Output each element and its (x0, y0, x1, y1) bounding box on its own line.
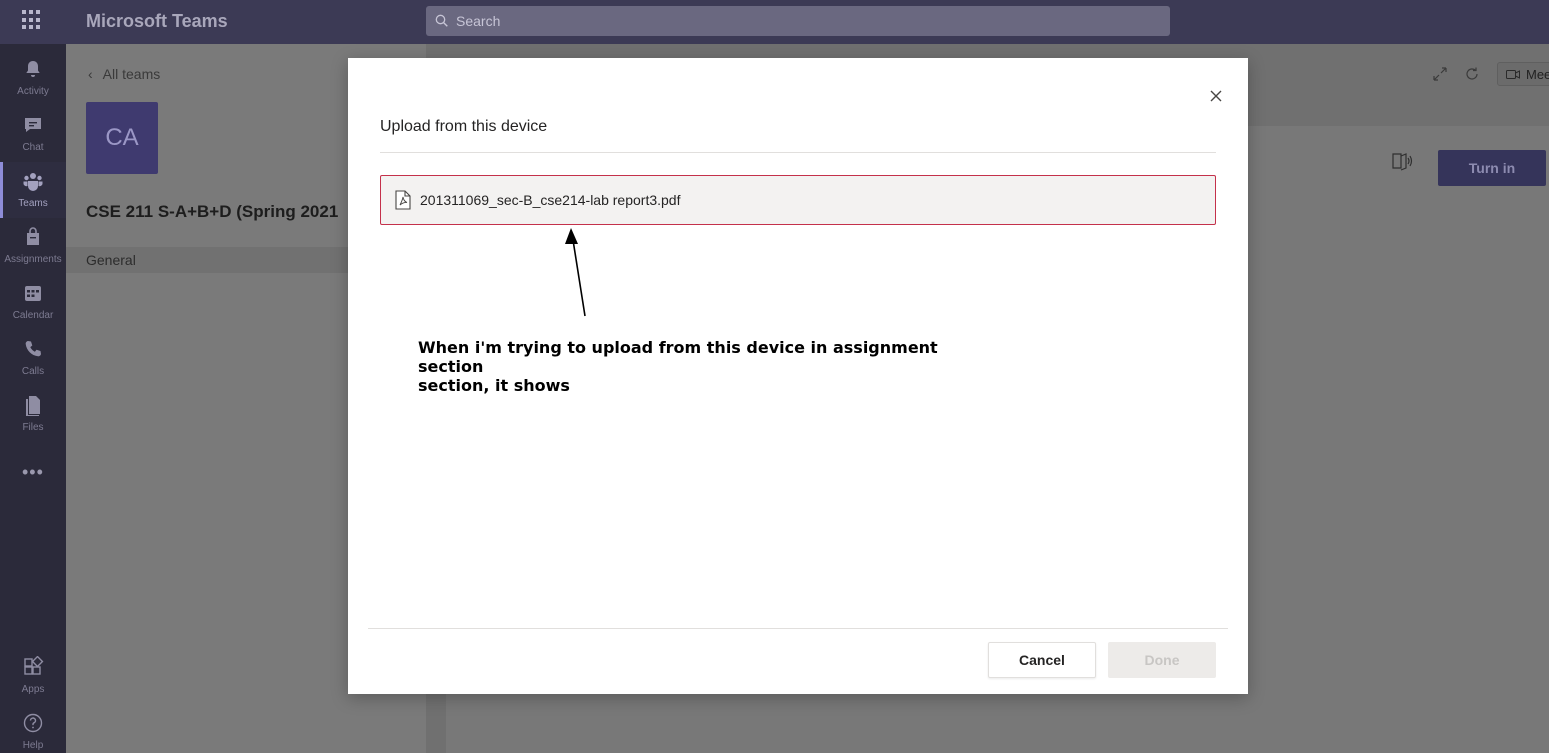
refresh-icon[interactable] (1464, 66, 1480, 82)
search-input[interactable]: Search (426, 6, 1170, 36)
rail-label: Files (22, 422, 44, 433)
meet-button[interactable]: Mee (1497, 62, 1549, 86)
rail-item-files[interactable]: Files (0, 386, 66, 442)
calendar-icon (25, 286, 41, 301)
rail-label: Calendar (12, 310, 54, 321)
rail-item-help[interactable]: Help (0, 704, 66, 753)
rail-label: Calls (21, 366, 45, 377)
apps-icon (24, 656, 44, 675)
top-bar: Microsoft Teams Search (0, 0, 1549, 44)
immersive-reader-icon[interactable] (1391, 150, 1413, 172)
file-name: 201311069_sec-B_cse214-lab report3.pdf (420, 192, 681, 208)
dialog-title: Upload from this device (380, 118, 548, 135)
search-placeholder: Search (456, 13, 501, 29)
all-teams-label: All teams (102, 66, 161, 82)
more-apps-icon[interactable]: ••• (22, 462, 44, 483)
teams-icon (23, 173, 43, 191)
meet-label: Mee (1526, 67, 1549, 82)
rail-item-calendar[interactable]: Calendar (0, 274, 66, 330)
bell-icon (26, 61, 40, 77)
rail-item-assignments[interactable]: Assignments (0, 218, 66, 274)
files-icon (26, 396, 40, 416)
all-teams-link[interactable]: ‹ All teams (88, 66, 160, 82)
annotation-text: When i'm trying to upload from this devi… (418, 338, 978, 395)
chat-icon (25, 118, 41, 132)
annotation-arrow (565, 228, 586, 317)
footer-divider (368, 628, 1228, 629)
app-launcher-icon[interactable] (22, 10, 42, 30)
team-avatar: CA (86, 102, 158, 174)
app-rail: Activity Chat Teams Assignments Calendar… (0, 44, 66, 753)
annotation-line-2: section, it shows (418, 376, 570, 395)
phone-icon (25, 341, 41, 357)
done-button[interactable]: Done (1108, 642, 1216, 678)
rail-label: Help (22, 740, 44, 751)
app-title: Microsoft Teams (86, 11, 228, 31)
cancel-button[interactable]: Cancel (988, 642, 1096, 678)
turn-in-button[interactable]: Turn in (1438, 150, 1546, 186)
channel-label: General (86, 252, 136, 268)
annotation-line-1: When i'm trying to upload from this devi… (418, 338, 938, 376)
expand-icon[interactable] (1432, 66, 1448, 82)
chevron-left-icon: ‹ (88, 66, 93, 82)
rail-label: Chat (22, 142, 44, 153)
help-icon (23, 713, 43, 733)
rail-item-calls[interactable]: Calls (0, 330, 66, 386)
rail-label: Assignments (4, 254, 62, 265)
rail-item-teams[interactable]: Teams (0, 162, 66, 218)
assignments-icon (27, 227, 39, 245)
video-camera-icon (1506, 70, 1520, 79)
rail-item-activity[interactable]: Activity (0, 50, 66, 106)
rail-item-chat[interactable]: Chat (0, 106, 66, 162)
upload-dialog: Upload from this device 201311069_sec-B_… (348, 58, 1248, 694)
rail-item-apps[interactable]: Apps (0, 648, 66, 704)
rail-label: Teams (18, 198, 48, 209)
uploaded-file-item[interactable]: 201311069_sec-B_cse214-lab report3.pdf (380, 175, 1216, 225)
search-icon (435, 14, 448, 27)
rail-label: Activity (17, 86, 49, 97)
close-icon[interactable] (1208, 88, 1224, 104)
team-name: CSE 211 S-A+B+D (Spring 2021 (86, 202, 339, 221)
rail-label: Apps (21, 684, 45, 695)
pdf-file-icon (395, 190, 411, 210)
divider (380, 152, 1216, 153)
